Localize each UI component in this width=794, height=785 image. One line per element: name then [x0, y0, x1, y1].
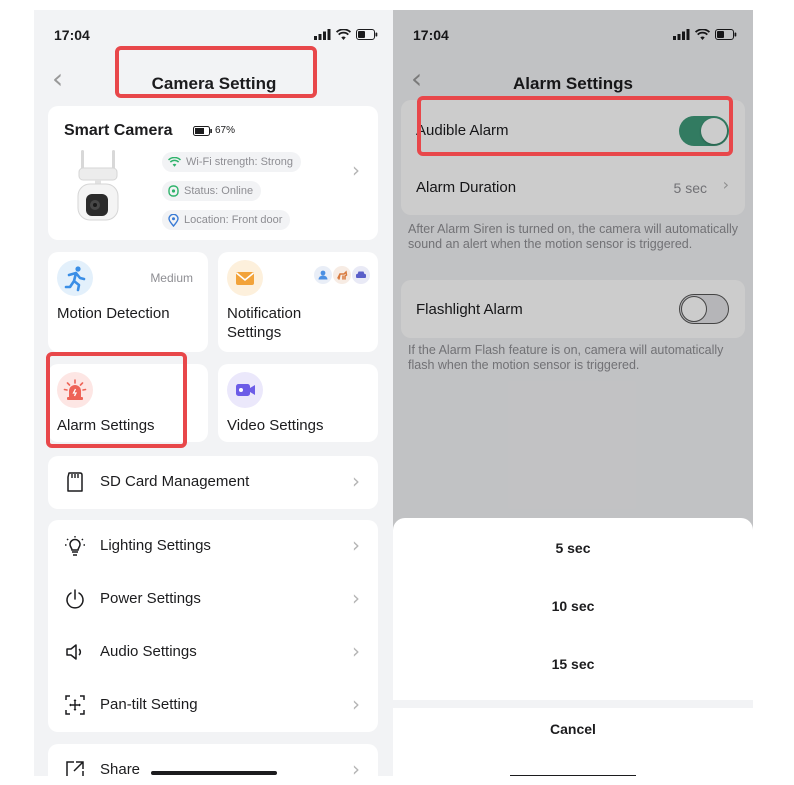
motion-level: Medium — [150, 271, 193, 285]
video-settings-tile[interactable]: Video Settings — [218, 364, 378, 442]
nav-bar: ‹ Camera Setting — [34, 58, 394, 106]
pet-icon — [333, 266, 351, 284]
location-pill: Location: Front door — [162, 210, 291, 230]
chevron-right-icon: › — [352, 757, 360, 776]
notification-mail-icon — [227, 260, 263, 296]
sd-card-icon — [67, 472, 83, 492]
wifi-strength-icon — [168, 157, 181, 167]
camera-image — [77, 150, 119, 221]
share-label: Share — [100, 761, 141, 776]
sheet-divider — [393, 700, 753, 708]
notification-settings-label-line1: Notification — [227, 305, 302, 322]
audio-settings-row[interactable]: Audio Settings › — [48, 626, 378, 679]
move-icon — [65, 695, 85, 715]
duration-option-15[interactable]: 15 sec — [393, 656, 753, 672]
status-text: Status: Online — [184, 185, 254, 197]
device-battery-icon — [193, 125, 212, 136]
device-card[interactable]: Smart Camera 67% Wi-Fi strength: Strong … — [48, 106, 378, 240]
vehicle-icon — [352, 266, 370, 284]
status-icon — [168, 185, 179, 197]
notification-target-icons — [314, 266, 370, 284]
wifi-strength-pill: Wi-Fi strength: Strong — [162, 152, 301, 172]
pan-tilt-setting-row[interactable]: Pan-tilt Setting › — [48, 679, 378, 732]
power-settings-row[interactable]: Power Settings › — [48, 573, 378, 626]
signal-icon — [314, 29, 331, 40]
bulb-icon — [65, 536, 85, 556]
status-time: 17:04 — [54, 27, 90, 43]
power-icon — [66, 589, 84, 609]
notification-settings-tile[interactable]: Notification Settings — [218, 252, 378, 352]
motion-detection-icon — [57, 260, 93, 296]
location-text: Location: Front door — [184, 214, 283, 226]
wifi-strength-text: Wi-Fi strength: Strong — [186, 156, 293, 168]
audio-settings-label: Audio Settings — [100, 643, 197, 660]
system-icons — [314, 29, 378, 40]
video-camera-icon — [227, 372, 263, 408]
chevron-right-icon: › — [352, 586, 360, 610]
chevron-right-icon: › — [352, 692, 360, 716]
motion-detection-tile[interactable]: Medium Motion Detection — [48, 252, 208, 352]
person-icon — [314, 266, 332, 284]
home-indicator — [151, 771, 277, 775]
duration-option-5[interactable]: 5 sec — [393, 540, 753, 556]
alarm-settings-label: Alarm Settings — [57, 417, 155, 434]
alarm-siren-icon — [57, 372, 93, 408]
device-battery: 67% — [193, 125, 235, 136]
settings-list: Lighting Settings › Power Settings › Aud… — [48, 520, 378, 732]
lighting-settings-row[interactable]: Lighting Settings › — [48, 520, 378, 573]
battery-icon — [356, 29, 378, 40]
cancel-button[interactable]: Cancel — [393, 721, 753, 737]
chevron-right-icon: › — [352, 533, 360, 557]
chevron-right-icon: › — [352, 639, 360, 663]
lighting-settings-label: Lighting Settings — [100, 537, 211, 554]
wifi-icon — [336, 29, 351, 40]
video-settings-label: Video Settings — [227, 417, 324, 434]
chevron-right-icon: › — [352, 469, 360, 493]
sd-card-management-row[interactable]: SD Card Management › — [48, 456, 378, 509]
pan-tilt-setting-label: Pan-tilt Setting — [100, 696, 198, 713]
battery-percent: 67% — [215, 125, 236, 136]
duration-picker-sheet: 5 sec 10 sec 15 sec Cancel — [393, 518, 753, 776]
share-icon — [66, 761, 84, 776]
page-title: Camera Setting — [151, 74, 277, 93]
power-settings-label: Power Settings — [100, 590, 201, 607]
status-bar: 17:04 — [34, 10, 394, 58]
duration-option-10[interactable]: 10 sec — [393, 598, 753, 614]
speaker-icon — [66, 644, 82, 660]
alarm-settings-tile[interactable]: Alarm Settings — [48, 364, 208, 442]
device-name: Smart Camera — [64, 122, 173, 139]
home-indicator — [510, 775, 636, 776]
chevron-right-icon: › — [352, 158, 360, 182]
sd-card-label: SD Card Management — [100, 473, 250, 490]
status-pill: Status: Online — [162, 181, 262, 201]
camera-setting-screen: 17:04 ‹ Camera Setting Smart Camera 67% — [34, 10, 394, 776]
location-pin-icon — [168, 213, 179, 227]
notification-settings-label-line2: Settings — [227, 324, 282, 341]
motion-detection-label: Motion Detection — [57, 305, 170, 322]
alarm-settings-screen: 17:04 ‹ Alarm Settings Audible Alarm Ala… — [393, 10, 753, 776]
